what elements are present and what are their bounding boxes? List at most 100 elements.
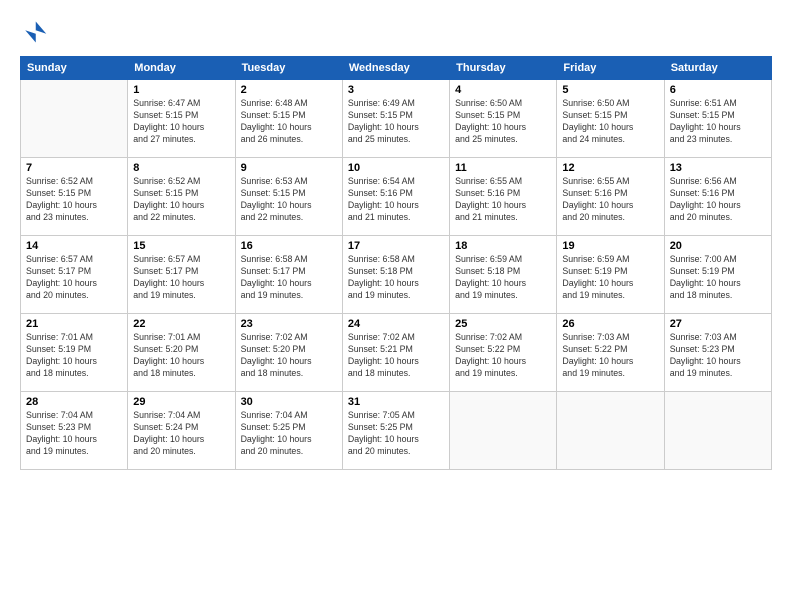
day-info: Sunrise: 7:04 AMSunset: 5:24 PMDaylight:… [133, 410, 229, 458]
calendar-cell: 3Sunrise: 6:49 AMSunset: 5:15 PMDaylight… [342, 80, 449, 158]
day-info: Sunrise: 7:02 AMSunset: 5:20 PMDaylight:… [241, 332, 337, 380]
day-info: Sunrise: 7:05 AMSunset: 5:25 PMDaylight:… [348, 410, 444, 458]
calendar-cell: 26Sunrise: 7:03 AMSunset: 5:22 PMDayligh… [557, 314, 664, 392]
weekday-thursday: Thursday [450, 57, 557, 80]
calendar-cell [557, 392, 664, 470]
weekday-header-row: SundayMondayTuesdayWednesdayThursdayFrid… [21, 57, 772, 80]
day-info: Sunrise: 6:54 AMSunset: 5:16 PMDaylight:… [348, 176, 444, 224]
day-info: Sunrise: 7:04 AMSunset: 5:25 PMDaylight:… [241, 410, 337, 458]
day-number: 27 [670, 318, 766, 330]
header [20, 18, 772, 46]
page: SundayMondayTuesdayWednesdayThursdayFrid… [0, 0, 792, 612]
calendar-cell: 17Sunrise: 6:58 AMSunset: 5:18 PMDayligh… [342, 236, 449, 314]
calendar-cell: 20Sunrise: 7:00 AMSunset: 5:19 PMDayligh… [664, 236, 771, 314]
calendar-cell: 5 Sunrise: 6:50 AMSunset: 5:15 PMDaylight… [557, 80, 664, 158]
day-info: Sunrise: 7:00 AMSunset: 5:19 PMDaylight:… [670, 254, 766, 302]
week-row-2: 7 Sunrise: 6:52 AMSunset: 5:15 PMDaylight… [21, 158, 772, 236]
calendar-cell: 10Sunrise: 6:54 AMSunset: 5:16 PMDayligh… [342, 158, 449, 236]
day-number: 8 [133, 162, 229, 174]
day-number: 9 [241, 162, 337, 174]
weekday-saturday: Saturday [664, 57, 771, 80]
day-info: Sunrise: 6:59 AMSunset: 5:18 PMDaylight:… [455, 254, 551, 302]
calendar-cell: 6 Sunrise: 6:51 AMSunset: 5:15 PMDaylight… [664, 80, 771, 158]
weekday-wednesday: Wednesday [342, 57, 449, 80]
day-number: 29 [133, 396, 229, 408]
calendar-cell: 9 Sunrise: 6:53 AMSunset: 5:15 PMDaylight… [235, 158, 342, 236]
day-info: Sunrise: 6:48 AMSunset: 5:15 PMDaylight:… [241, 98, 337, 146]
calendar-cell: 15Sunrise: 6:57 AMSunset: 5:17 PMDayligh… [128, 236, 235, 314]
day-number: 19 [562, 240, 658, 252]
calendar-cell: 29 Sunrise: 7:04 AMSunset: 5:24 PMDayligh… [128, 392, 235, 470]
calendar-cell: 18Sunrise: 6:59 AMSunset: 5:18 PMDayligh… [450, 236, 557, 314]
logo-icon [20, 18, 48, 46]
day-info: Sunrise: 6:47 AMSunset: 5:15 PMDaylight:… [133, 98, 229, 146]
calendar-cell: 1Sunrise: 6:47 AMSunset: 5:15 PMDaylight… [128, 80, 235, 158]
calendar-cell: 19 Sunrise: 6:59 AMSunset: 5:19 PMDayligh… [557, 236, 664, 314]
week-row-3: 14 Sunrise: 6:57 AMSunset: 5:17 PMDayligh… [21, 236, 772, 314]
calendar-cell: 13 Sunrise: 6:56 AMSunset: 5:16 PMDayligh… [664, 158, 771, 236]
day-info: Sunrise: 6:50 AMSunset: 5:15 PMDaylight:… [562, 98, 658, 146]
day-info: Sunrise: 6:56 AMSunset: 5:16 PMDaylight:… [670, 176, 766, 224]
day-number: 31 [348, 396, 444, 408]
day-number: 21 [26, 318, 122, 330]
day-info: Sunrise: 7:01 AMSunset: 5:19 PMDaylight:… [26, 332, 122, 380]
calendar-cell: 30 Sunrise: 7:04 AMSunset: 5:25 PMDayligh… [235, 392, 342, 470]
weekday-tuesday: Tuesday [235, 57, 342, 80]
day-number: 14 [26, 240, 122, 252]
calendar-cell: 8 Sunrise: 6:52 AMSunset: 5:15 PMDaylight… [128, 158, 235, 236]
day-number: 6 [670, 84, 766, 96]
day-info: Sunrise: 6:53 AMSunset: 5:15 PMDaylight:… [241, 176, 337, 224]
calendar-cell: 24 Sunrise: 7:02 AMSunset: 5:21 PMDayligh… [342, 314, 449, 392]
day-info: Sunrise: 6:55 AMSunset: 5:16 PMDaylight:… [455, 176, 551, 224]
day-number: 13 [670, 162, 766, 174]
day-info: Sunrise: 6:55 AMSunset: 5:16 PMDaylight:… [562, 176, 658, 224]
day-number: 11 [455, 162, 551, 174]
day-info: Sunrise: 6:57 AMSunset: 5:17 PMDaylight:… [26, 254, 122, 302]
day-number: 28 [26, 396, 122, 408]
calendar-cell [450, 392, 557, 470]
day-info: Sunrise: 7:04 AMSunset: 5:23 PMDaylight:… [26, 410, 122, 458]
day-number: 5 [562, 84, 658, 96]
calendar-cell: 21 Sunrise: 7:01 AMSunset: 5:19 PMDayligh… [21, 314, 128, 392]
day-info: Sunrise: 6:52 AMSunset: 5:15 PMDaylight:… [133, 176, 229, 224]
day-info: Sunrise: 6:50 AMSunset: 5:15 PMDaylight:… [455, 98, 551, 146]
weekday-monday: Monday [128, 57, 235, 80]
day-number: 15 [133, 240, 229, 252]
day-info: Sunrise: 6:51 AMSunset: 5:15 PMDaylight:… [670, 98, 766, 146]
logo [20, 18, 52, 46]
calendar-cell: 14 Sunrise: 6:57 AMSunset: 5:17 PMDayligh… [21, 236, 128, 314]
calendar-cell: 27 Sunrise: 7:03 AMSunset: 5:23 PMDayligh… [664, 314, 771, 392]
day-info: Sunrise: 6:59 AMSunset: 5:19 PMDaylight:… [562, 254, 658, 302]
calendar-cell: 28 Sunrise: 7:04 AMSunset: 5:23 PMDayligh… [21, 392, 128, 470]
day-number: 24 [348, 318, 444, 330]
calendar-table: SundayMondayTuesdayWednesdayThursdayFrid… [20, 56, 772, 470]
day-info: Sunrise: 6:49 AMSunset: 5:15 PMDaylight:… [348, 98, 444, 146]
day-number: 23 [241, 318, 337, 330]
day-number: 22 [133, 318, 229, 330]
day-info: Sunrise: 7:02 AMSunset: 5:21 PMDaylight:… [348, 332, 444, 380]
day-number: 7 [26, 162, 122, 174]
day-number: 26 [562, 318, 658, 330]
day-number: 12 [562, 162, 658, 174]
week-row-4: 21 Sunrise: 7:01 AMSunset: 5:19 PMDayligh… [21, 314, 772, 392]
calendar-cell: 7Sunrise: 6:52 AMSunset: 5:15 PMDaylight… [21, 158, 128, 236]
day-number: 2 [241, 84, 337, 96]
day-number: 16 [241, 240, 337, 252]
day-info: Sunrise: 7:03 AMSunset: 5:23 PMDaylight:… [670, 332, 766, 380]
calendar-cell: 31 Sunrise: 7:05 AMSunset: 5:25 PMDayligh… [342, 392, 449, 470]
calendar-cell: 4 Sunrise: 6:50 AMSunset: 5:15 PMDaylight… [450, 80, 557, 158]
calendar-cell [664, 392, 771, 470]
day-number: 25 [455, 318, 551, 330]
day-info: Sunrise: 7:02 AMSunset: 5:22 PMDaylight:… [455, 332, 551, 380]
day-number: 17 [348, 240, 444, 252]
week-row-5: 28 Sunrise: 7:04 AMSunset: 5:23 PMDayligh… [21, 392, 772, 470]
calendar-cell: 25 Sunrise: 7:02 AMSunset: 5:22 PMDayligh… [450, 314, 557, 392]
calendar-cell: 12 Sunrise: 6:55 AMSunset: 5:16 PMDayligh… [557, 158, 664, 236]
day-number: 30 [241, 396, 337, 408]
calendar-cell [21, 80, 128, 158]
day-number: 4 [455, 84, 551, 96]
calendar-cell: 11 Sunrise: 6:55 AMSunset: 5:16 PMDayligh… [450, 158, 557, 236]
day-info: Sunrise: 7:01 AMSunset: 5:20 PMDaylight:… [133, 332, 229, 380]
calendar-cell: 2 Sunrise: 6:48 AMSunset: 5:15 PMDaylight… [235, 80, 342, 158]
weekday-sunday: Sunday [21, 57, 128, 80]
